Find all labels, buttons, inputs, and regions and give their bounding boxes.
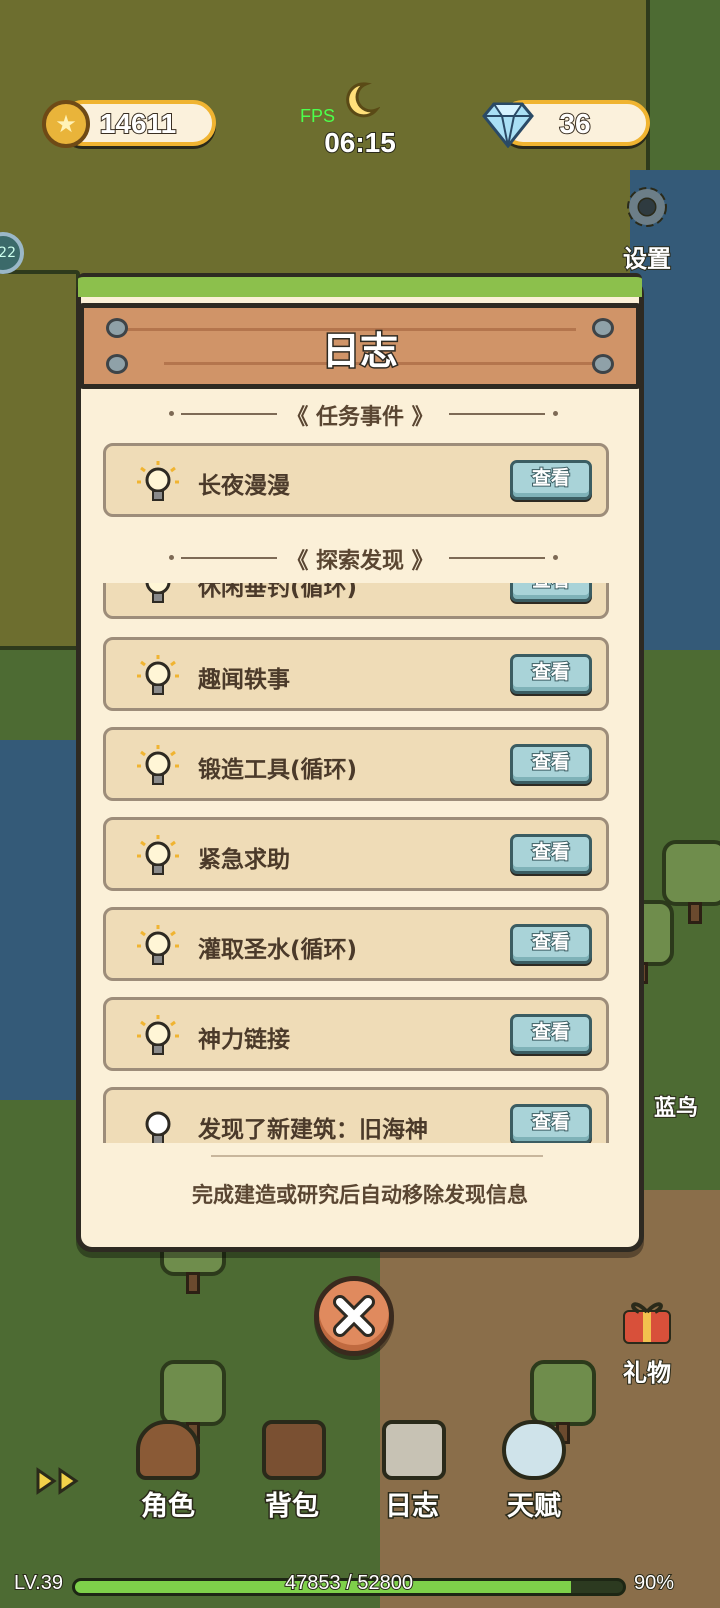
game-clock: 06:15: [323, 126, 397, 159]
settings-button[interactable]: 设置: [612, 182, 682, 274]
gift-button[interactable]: 礼物: [610, 1296, 684, 1388]
close-icon: [333, 1295, 375, 1337]
view-button[interactable]: 查看: [510, 744, 592, 784]
view-button[interactable]: 查看: [510, 1014, 592, 1054]
discover-label: 灌取圣水(循环): [198, 937, 358, 963]
discover-label: 神力链接: [198, 1027, 290, 1053]
fps-label: FPS: [300, 106, 336, 126]
discover-row[interactable]: 紧急求助 查看: [103, 817, 609, 891]
discover-row[interactable]: 锻造工具(循环) 查看: [103, 727, 609, 801]
npc-name: 蓝鸟: [653, 1094, 699, 1121]
section-divider: [449, 413, 545, 415]
gear-icon: [627, 187, 667, 227]
quest-row[interactable]: 长夜漫漫 查看: [103, 443, 609, 517]
dialog-grass-trim: [78, 273, 642, 297]
wings-icon: [502, 1420, 566, 1480]
view-button[interactable]: 查看: [510, 460, 592, 500]
coin-icon: ★: [42, 100, 90, 148]
discover-label: 趣闻轶事: [198, 667, 290, 693]
xp-percent: 90%: [633, 1571, 675, 1595]
view-button[interactable]: 查看: [510, 1104, 592, 1143]
section-divider: [449, 557, 545, 559]
discover-label: 锻造工具(循环): [198, 757, 358, 783]
discover-label: 休闲垂钓(循环): [198, 583, 358, 601]
view-button[interactable]: 查看: [510, 834, 592, 874]
view-button[interactable]: 查看: [510, 924, 592, 964]
lightbulb-icon: [137, 1015, 179, 1055]
log-dialog: 日志 《 任务事件 》 长夜漫漫 查看 《 探索发现 》 休闲垂钓(循环) 查看: [76, 273, 644, 1252]
discover-row[interactable]: 趣闻轶事 查看: [103, 637, 609, 711]
diamond-icon: [482, 102, 534, 148]
discover-label: 紧急求助: [198, 847, 290, 873]
lightbulb-icon: [137, 925, 179, 965]
lightbulb-icon: [145, 583, 171, 603]
quest-label: 长夜漫漫: [198, 473, 290, 499]
backpack-icon: [262, 1420, 326, 1480]
lightbulb-icon: [137, 461, 179, 501]
tree: [660, 840, 720, 924]
discover-row[interactable]: 灌取圣水(循环) 查看: [103, 907, 609, 981]
expand-arrows-icon[interactable]: [34, 1466, 94, 1496]
dialog-title-plank: 日志: [79, 303, 641, 389]
discover-row[interactable]: 神力链接 查看: [103, 997, 609, 1071]
gift-icon: [623, 1302, 671, 1344]
river: [0, 740, 80, 1100]
lightbulb-icon: [137, 745, 179, 785]
discover-list[interactable]: 休闲垂钓(循环) 查看 趣闻轶事 查看 锻造工具(循环) 查看: [81, 583, 639, 1143]
dialog-title: 日志: [320, 328, 399, 375]
lightbulb-icon: [137, 655, 179, 695]
discover-label: 发现了新建筑：旧海神: [198, 1117, 428, 1143]
discover-row[interactable]: 休闲垂钓(循环) 查看: [103, 583, 609, 619]
footer-divider: [211, 1155, 543, 1157]
nav-talent[interactable]: 天赋: [484, 1484, 584, 1524]
moon-icon: [346, 82, 380, 118]
settings-label: 设置: [622, 245, 672, 274]
book-icon: [382, 1420, 446, 1480]
lightbulb-icon: [137, 835, 179, 875]
view-button[interactable]: 查看: [510, 583, 592, 602]
close-button[interactable]: [314, 1276, 394, 1356]
nav-log[interactable]: 日志: [362, 1484, 462, 1524]
nav-bag[interactable]: 背包: [242, 1484, 342, 1524]
xp-value: 47853 / 52800: [284, 1571, 414, 1595]
discover-row[interactable]: 发现了新建筑：旧海神 查看: [103, 1087, 609, 1143]
character-portrait: [136, 1420, 200, 1480]
level-label: LV.39: [13, 1571, 64, 1595]
footer-note: 完成建造或研究后自动移除发现信息: [192, 1183, 528, 1207]
nav-role[interactable]: 角色: [118, 1484, 218, 1524]
view-button[interactable]: 查看: [510, 654, 592, 694]
field-plot: [0, 270, 80, 650]
gift-label: 礼物: [622, 1359, 672, 1388]
lightbulb-dim-icon: [145, 1111, 171, 1143]
